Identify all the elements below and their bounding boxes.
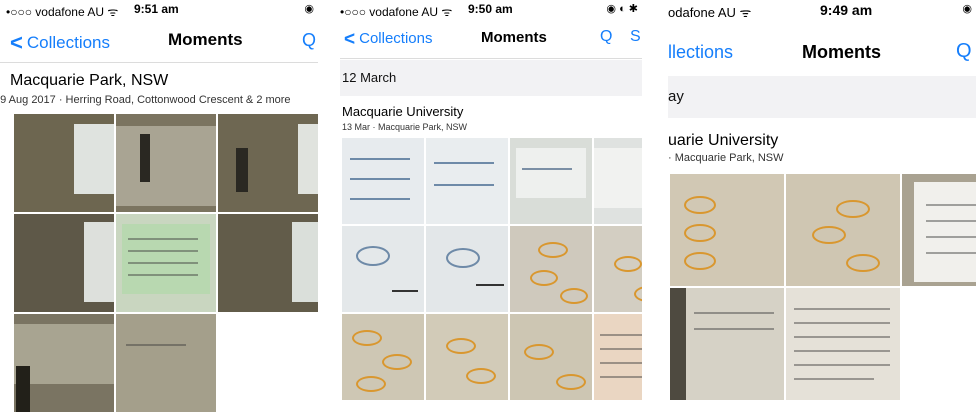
day-label: 12 March [342,70,397,85]
screen-2: •○○○ vodafone AU ᯤ 9:50 am ◉ ◐ ✱ < Collec… [340,0,642,418]
photo-thumbnail[interactable] [594,138,642,224]
back-button[interactable]: llections [668,42,733,63]
status-icons: ◉ ◐ ✱ [606,3,638,15]
moment-subtitle: 13 Mar · Macquarie Park, NSW [342,122,468,132]
moment-subtitle: 29 Aug 2017 · Herring Road, Cottonwood C… [0,94,291,106]
photo-thumbnail[interactable] [426,314,508,400]
photo-thumbnail[interactable] [426,226,508,312]
photo-thumbnail[interactable] [786,174,900,286]
back-label: llections [668,42,734,62]
moment-title: uarie University [668,132,779,149]
page-title: Moments [481,29,547,46]
chevron-left-icon: < [10,30,23,55]
photo-thumbnail[interactable] [786,288,900,400]
photo-thumbnail[interactable] [902,174,976,286]
photo-thumbnail[interactable] [116,214,216,312]
screen-3: odafone AU ᯤ 9:49 am ◉ llections Moments… [668,0,976,418]
photo-thumbnail[interactable] [670,288,784,400]
photo-thumbnail[interactable] [14,114,114,212]
photo-thumbnail[interactable] [342,138,424,224]
navigation-bar: < Collections Moments Q [0,22,318,63]
day-header: 12 March [340,60,642,96]
clock: 9:50 am [468,2,513,16]
clock: 9:49 am [820,2,873,18]
photo-grid [14,114,318,412]
back-button[interactable]: < Collections [344,29,432,51]
photo-thumbnail[interactable] [218,214,318,312]
moment-subtitle: · Macquarie Park, NSW [668,152,784,164]
photo-thumbnail[interactable] [510,226,592,312]
search-icon[interactable]: Q [600,28,612,46]
search-icon[interactable]: Q [302,30,316,51]
status-bar: •○○○ vodafone AU ᯤ 9:50 am ◉ ◐ ✱ [340,0,642,20]
moment-title: Macquarie Park, NSW [10,72,169,89]
photo-thumbnail[interactable] [670,174,784,286]
photo-thumbnail[interactable] [14,314,114,412]
moment-title: Macquarie University [342,104,464,119]
back-label: Collections [359,30,433,47]
clock: 9:51 am [134,2,179,16]
navigation-bar: < Collections Moments Q S [340,22,642,59]
search-icon[interactable]: Q [956,40,972,63]
page-title: Moments [802,42,882,62]
photo-thumbnail[interactable] [426,138,508,224]
page-title: Moments [168,30,243,49]
carrier-label: •○○○ vodafone AU ᯤ [6,5,119,19]
photo-thumbnail[interactable] [342,226,424,312]
status-icons: ◉ [962,3,972,15]
photo-thumbnail[interactable] [116,314,216,412]
back-label: Collections [26,33,111,52]
status-bar: odafone AU ᯤ 9:49 am ◉ [668,0,976,20]
status-bar: •○○○ vodafone AU ᯤ 9:51 am ◉ [0,0,318,20]
photo-thumbnail[interactable] [342,314,424,400]
screen-1: •○○○ vodafone AU ᯤ 9:51 am ◉ < Collection… [0,0,318,418]
carrier-label: •○○○ vodafone AU ᯤ [340,5,453,19]
photo-thumbnail[interactable] [14,214,114,312]
select-button[interactable]: S [630,28,641,46]
photo-thumbnail[interactable] [116,114,216,212]
photo-thumbnail[interactable] [510,138,592,224]
day-header: ay [668,76,976,118]
photo-grid [342,138,642,400]
status-icons: ◉ [304,3,314,15]
photo-thumbnail[interactable] [218,114,318,212]
day-label: ay [668,88,684,105]
photo-thumbnail[interactable] [594,314,642,400]
photo-thumbnail[interactable] [510,314,592,400]
carrier-label: odafone AU ᯤ [668,5,752,20]
navigation-bar: llections Moments Q [668,34,976,77]
photo-thumbnail[interactable] [594,226,642,312]
chevron-left-icon: < [344,29,356,50]
back-button[interactable]: < Collections [10,30,110,56]
photo-grid [670,174,976,400]
